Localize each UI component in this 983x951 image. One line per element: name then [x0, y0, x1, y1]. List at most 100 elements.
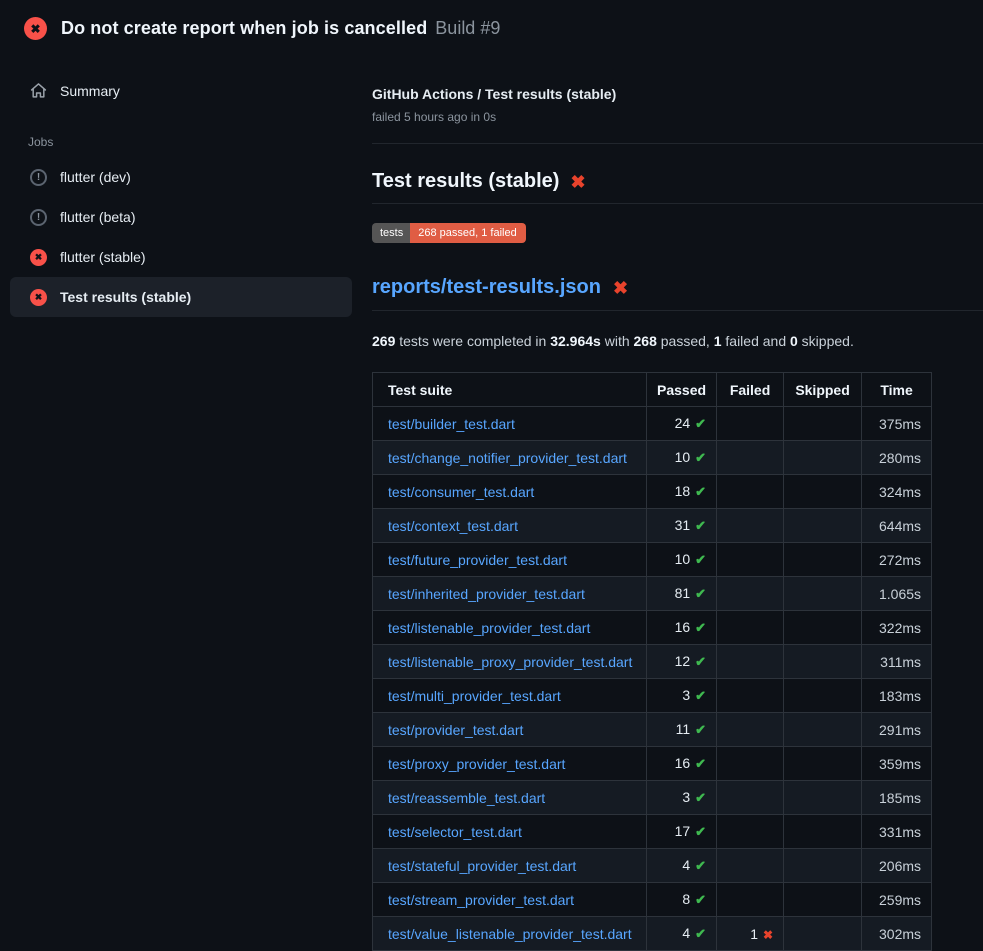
- summary-segment: 269: [372, 333, 395, 349]
- alert-circle-icon: !: [30, 169, 47, 186]
- skipped-cell: [784, 441, 862, 475]
- summary-segment: passed,: [657, 333, 714, 349]
- passed-cell: 17✔: [647, 815, 717, 849]
- summary-line: 269 tests were completed in 32.964s with…: [372, 333, 983, 349]
- check-icon: ✔: [695, 790, 706, 805]
- test-suite-link[interactable]: test/value_listenable_provider_test.dart: [388, 926, 632, 942]
- skipped-cell: [784, 815, 862, 849]
- table-row: test/inherited_provider_test.dart 81✔ 1.…: [373, 577, 932, 611]
- sidebar-job-item[interactable]: ✖ Test results (stable): [10, 277, 352, 317]
- table-row: test/selector_test.dart 17✔ 331ms: [373, 815, 932, 849]
- check-icon: ✔: [695, 858, 706, 873]
- test-suite-link[interactable]: test/stateful_provider_test.dart: [388, 858, 576, 874]
- table-row: test/provider_test.dart 11✔ 291ms: [373, 713, 932, 747]
- time-cell: 1.065s: [862, 577, 932, 611]
- jobs-list: ! flutter (dev) ! flutter (beta) ✖ flutt…: [10, 157, 352, 317]
- badge-label: tests: [372, 223, 410, 243]
- test-suite-link[interactable]: test/listenable_proxy_provider_test.dart: [388, 654, 632, 670]
- alert-circle-icon: !: [30, 209, 47, 226]
- check-run-header: ✖ Do not create report when job is cance…: [0, 0, 983, 52]
- check-icon: ✔: [695, 586, 706, 601]
- test-suite-link[interactable]: test/proxy_provider_test.dart: [388, 756, 565, 772]
- skipped-cell: [784, 611, 862, 645]
- badge-value: 268 passed, 1 failed: [410, 223, 525, 243]
- sidebar-item-summary[interactable]: Summary: [10, 76, 352, 105]
- sidebar-job-item[interactable]: ✖ flutter (stable): [10, 237, 352, 277]
- table-row: test/stream_provider_test.dart 8✔ 259ms: [373, 883, 932, 917]
- time-cell: 375ms: [862, 407, 932, 441]
- skipped-cell: [784, 645, 862, 679]
- time-cell: 324ms: [862, 475, 932, 509]
- check-icon: ✔: [695, 824, 706, 839]
- sidebar-job-item[interactable]: ! flutter (beta): [10, 197, 352, 237]
- failed-cell: [717, 883, 784, 917]
- passed-cell: 81✔: [647, 577, 717, 611]
- skipped-cell: [784, 883, 862, 917]
- table-row: test/consumer_test.dart 18✔ 324ms: [373, 475, 932, 509]
- passed-cell: 31✔: [647, 509, 717, 543]
- section-title-text: Test results (stable): [372, 170, 559, 193]
- time-cell: 272ms: [862, 543, 932, 577]
- report-link[interactable]: reports/test-results.json: [372, 276, 601, 299]
- cross-icon: ✖: [570, 173, 585, 191]
- x-circle-fill-icon: ✖: [24, 17, 47, 40]
- passed-cell: 18✔: [647, 475, 717, 509]
- passed-cell: 4✔: [647, 849, 717, 883]
- column-header-test-suite: Test suite: [373, 373, 647, 407]
- skipped-cell: [784, 849, 862, 883]
- test-suite-link[interactable]: test/selector_test.dart: [388, 824, 522, 840]
- skipped-cell: [784, 781, 862, 815]
- failed-cell: [717, 407, 784, 441]
- test-suite-link[interactable]: test/inherited_provider_test.dart: [388, 586, 585, 602]
- sidebar-job-item[interactable]: ! flutter (dev): [10, 157, 352, 197]
- failed-cell: [717, 849, 784, 883]
- test-suite-link[interactable]: test/builder_test.dart: [388, 416, 515, 432]
- passed-cell: 10✔: [647, 543, 717, 577]
- summary-segment: with: [601, 333, 634, 349]
- check-icon: ✔: [695, 620, 706, 635]
- job-label: flutter (dev): [60, 169, 131, 185]
- failed-cell: [717, 441, 784, 475]
- skipped-cell: [784, 407, 862, 441]
- test-suite-link[interactable]: test/provider_test.dart: [388, 722, 523, 738]
- column-header-skipped: Skipped: [784, 373, 862, 407]
- table-row: test/stateful_provider_test.dart 4✔ 206m…: [373, 849, 932, 883]
- table-row: test/value_listenable_provider_test.dart…: [373, 917, 932, 951]
- passed-cell: 24✔: [647, 407, 717, 441]
- cross-icon: ✖: [613, 279, 628, 297]
- run-title: GitHub Actions / Test results (stable): [372, 86, 983, 102]
- test-suite-link[interactable]: test/stream_provider_test.dart: [388, 892, 574, 908]
- failed-cell: [717, 645, 784, 679]
- test-suite-link[interactable]: test/context_test.dart: [388, 518, 518, 534]
- passed-cell: 3✔: [647, 679, 717, 713]
- column-header-time: Time: [862, 373, 932, 407]
- time-cell: 183ms: [862, 679, 932, 713]
- passed-cell: 11✔: [647, 713, 717, 747]
- test-suite-link[interactable]: test/listenable_provider_test.dart: [388, 620, 590, 636]
- failed-cell: [717, 679, 784, 713]
- column-header-passed: Passed: [647, 373, 717, 407]
- page-title: Do not create report when job is cancell…: [61, 18, 427, 39]
- test-suite-link[interactable]: test/change_notifier_provider_test.dart: [388, 450, 627, 466]
- passed-cell: 16✔: [647, 747, 717, 781]
- test-suite-link[interactable]: test/multi_provider_test.dart: [388, 688, 561, 704]
- failed-cell: [717, 543, 784, 577]
- table-row: test/context_test.dart 31✔ 644ms: [373, 509, 932, 543]
- table-body: test/builder_test.dart 24✔ 375ms test/ch…: [373, 407, 932, 951]
- time-cell: 280ms: [862, 441, 932, 475]
- failed-cell: [717, 475, 784, 509]
- skipped-cell: [784, 543, 862, 577]
- test-suite-link[interactable]: test/consumer_test.dart: [388, 484, 534, 500]
- skipped-cell: [784, 475, 862, 509]
- test-suite-link[interactable]: test/reassemble_test.dart: [388, 790, 545, 806]
- check-icon: ✔: [695, 722, 706, 737]
- jobs-heading: Jobs: [10, 105, 352, 157]
- test-suite-link[interactable]: test/future_provider_test.dart: [388, 552, 567, 568]
- run-meta: failed 5 hours ago in 0s: [372, 110, 983, 124]
- test-results-table: Test suite Passed Failed Skipped Time te…: [372, 372, 932, 951]
- failed-cell: [717, 509, 784, 543]
- check-icon: ✔: [695, 416, 706, 431]
- x-circle-fill-icon: ✖: [30, 249, 47, 266]
- summary-segment: failed and: [722, 333, 791, 349]
- failed-cell: [717, 611, 784, 645]
